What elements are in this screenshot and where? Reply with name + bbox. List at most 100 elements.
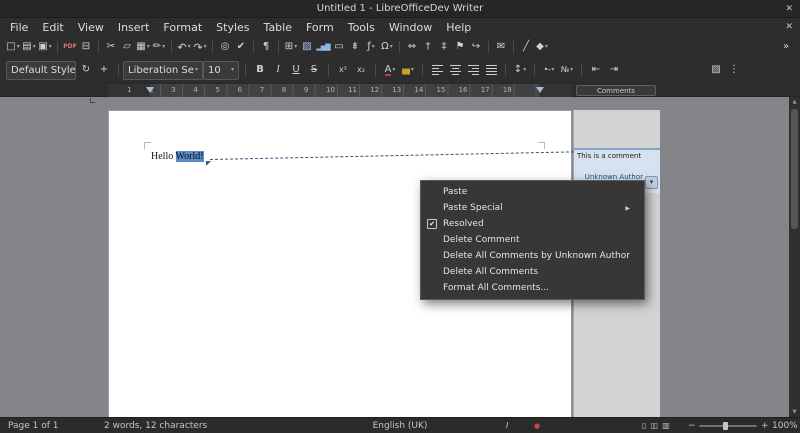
menu-window[interactable]: Window xyxy=(382,18,439,37)
toolbar-options-button[interactable]: ⋮ xyxy=(726,62,742,78)
paste-button[interactable]: ▦▾ xyxy=(135,39,151,55)
zoom-out-icon[interactable]: − xyxy=(688,418,696,433)
ruler-comments-button[interactable]: Comments xyxy=(576,85,656,96)
context-menu-item-delete-comment[interactable]: Delete Comment xyxy=(421,232,644,248)
insert-chart-button[interactable]: ▂▅▇ xyxy=(315,39,331,55)
selection-mode-icon[interactable]: I xyxy=(506,418,508,433)
insert-comment-button[interactable]: ✉ xyxy=(493,39,509,55)
comment-menu-button[interactable]: ▾ xyxy=(645,176,658,189)
menu-file[interactable]: File xyxy=(3,18,35,37)
scroll-down-icon[interactable]: ▼ xyxy=(789,409,800,415)
ordered-list-button[interactable]: №▾ xyxy=(559,62,575,78)
insert-endnote-button[interactable]: ‡ xyxy=(436,39,452,55)
book-view-icon[interactable]: ▥ xyxy=(662,418,669,433)
menu-view[interactable]: View xyxy=(71,18,111,37)
menu-form[interactable]: Form xyxy=(299,18,341,37)
insert-special-character-button[interactable]: Ω▾ xyxy=(379,39,395,55)
highlighting-color-button[interactable]: ▄▾ xyxy=(400,62,416,78)
horizontal-ruler[interactable]: 123456789101112131415161718 xyxy=(108,84,572,97)
comment-text[interactable]: This is a comment xyxy=(574,150,660,162)
justified-button[interactable] xyxy=(483,62,499,78)
document-close-icon[interactable]: ✕ xyxy=(785,18,793,37)
save-button[interactable]: ▣▾ xyxy=(37,39,53,55)
line-spacing-button[interactable]: ↕▾ xyxy=(512,62,528,78)
copy-button[interactable]: ▱ xyxy=(119,39,135,55)
insert-bookmark-button[interactable]: ⚑ xyxy=(452,39,468,55)
subscript-button[interactable]: x₂ xyxy=(353,62,369,78)
context-menu-item-delete-all-comments[interactable]: Delete All Comments xyxy=(421,264,644,280)
print-button[interactable]: ⊟ xyxy=(78,39,94,55)
formatting-marks-button[interactable]: ¶ xyxy=(258,39,274,55)
toolbar-overflow-button[interactable]: » xyxy=(778,39,794,55)
insert-table-button[interactable]: ⊞▾ xyxy=(283,39,299,55)
italic-button[interactable]: I xyxy=(270,62,286,78)
cut-button[interactable]: ✂ xyxy=(103,39,119,55)
menu-help[interactable]: Help xyxy=(439,18,478,37)
bold-button[interactable]: B xyxy=(252,62,268,78)
page-number-status[interactable]: Page 1 of 1 xyxy=(8,418,59,433)
insert-field-button[interactable]: ƒ▾ xyxy=(363,39,379,55)
context-menu-item-paste-special[interactable]: Paste Special▶ xyxy=(421,200,644,216)
align-center-button[interactable] xyxy=(447,62,463,78)
font-name-combo[interactable]: Liberation Se ▾ xyxy=(123,61,203,80)
undo-button[interactable]: ↶▾ xyxy=(176,39,192,55)
font-size-combo[interactable]: 10 ▾ xyxy=(203,61,239,80)
vertical-scrollbar[interactable]: ▲ ▼ xyxy=(789,97,800,417)
window-close-icon[interactable]: ✕ xyxy=(785,0,793,18)
insert-cross-reference-button[interactable]: ↪ xyxy=(468,39,484,55)
insert-image-button[interactable]: ▨ xyxy=(299,39,315,55)
paragraph-background-color-button[interactable]: ▧ xyxy=(708,62,724,78)
new-document-button[interactable]: □▾ xyxy=(5,39,21,55)
menu-insert[interactable]: Insert xyxy=(111,18,157,37)
decrease-indent-button[interactable]: ⇤ xyxy=(588,62,604,78)
document-text[interactable]: Hello World! xyxy=(151,151,204,162)
align-left-button[interactable] xyxy=(429,62,445,78)
insert-textbox-button[interactable]: ▭ xyxy=(331,39,347,55)
single-page-view-icon[interactable]: ▯ xyxy=(642,418,645,433)
align-right-button[interactable] xyxy=(465,62,481,78)
insert-footnote-button[interactable]: † xyxy=(420,39,436,55)
basic-shapes-button[interactable]: ◆▾ xyxy=(534,39,550,55)
scroll-up-icon[interactable]: ▲ xyxy=(789,99,800,105)
document-modified-icon[interactable]: ● xyxy=(534,418,540,433)
insert-line-button[interactable]: ╱ xyxy=(518,39,534,55)
menu-table[interactable]: Table xyxy=(257,18,299,37)
right-indent-marker[interactable] xyxy=(536,87,544,93)
context-menu-item-resolved[interactable]: ✔Resolved xyxy=(421,216,644,232)
zoom-slider-thumb[interactable] xyxy=(723,422,728,430)
spelling-button[interactable]: ✔ xyxy=(233,39,249,55)
find-and-replace-button[interactable]: ◎ xyxy=(217,39,233,55)
paragraph-style-combo[interactable]: Default Style ▾ xyxy=(6,61,76,80)
menu-tools[interactable]: Tools xyxy=(341,18,382,37)
context-menu-item-paste[interactable]: Paste xyxy=(421,184,644,200)
left-indent-marker[interactable] xyxy=(146,87,154,93)
insert-hyperlink-button[interactable]: ⇔ xyxy=(404,39,420,55)
tab-stop-selector-icon[interactable]: ∟ xyxy=(89,97,97,107)
zoom-percentage[interactable]: 100% xyxy=(772,418,798,433)
underline-button[interactable]: U xyxy=(288,62,304,78)
export-pdf-button[interactable]: PDF xyxy=(62,39,78,55)
menu-format[interactable]: Format xyxy=(156,18,209,37)
redo-button[interactable]: ↷▾ xyxy=(192,39,208,55)
multi-page-view-icon[interactable]: ▯▯ xyxy=(650,418,657,433)
zoom-slider[interactable] xyxy=(699,425,757,427)
clone-formatting-button[interactable]: ✏▾ xyxy=(151,39,167,55)
word-count-status[interactable]: 2 words, 12 characters xyxy=(104,418,207,433)
update-style-button[interactable]: ↻ xyxy=(78,62,94,78)
menu-edit[interactable]: Edit xyxy=(35,18,70,37)
superscript-button[interactable]: x² xyxy=(335,62,351,78)
open-file-button[interactable]: ▤▾ xyxy=(21,39,37,55)
scrollbar-thumb[interactable] xyxy=(791,109,798,229)
titlebar[interactable]: Untitled 1 - LibreOfficeDev Writer ✕ xyxy=(0,0,800,18)
increase-indent-button[interactable]: ⇥ xyxy=(606,62,622,78)
context-menu-item-format-all-comments[interactable]: Format All Comments... xyxy=(421,280,644,296)
menu-styles[interactable]: Styles xyxy=(209,18,256,37)
new-style-from-selection-button[interactable]: + xyxy=(96,62,112,78)
unordered-list-button[interactable]: •–▾ xyxy=(541,62,557,78)
strikethrough-button[interactable]: S xyxy=(306,62,322,78)
language-status[interactable]: English (UK) xyxy=(373,418,428,433)
zoom-in-icon[interactable]: + xyxy=(761,418,769,433)
font-color-button[interactable]: A▾ xyxy=(382,62,398,78)
context-menu-item-delete-all-comments-by-unknown-author[interactable]: Delete All Comments by Unknown Author xyxy=(421,248,644,264)
insert-page-break-button[interactable]: ⇟ xyxy=(347,39,363,55)
